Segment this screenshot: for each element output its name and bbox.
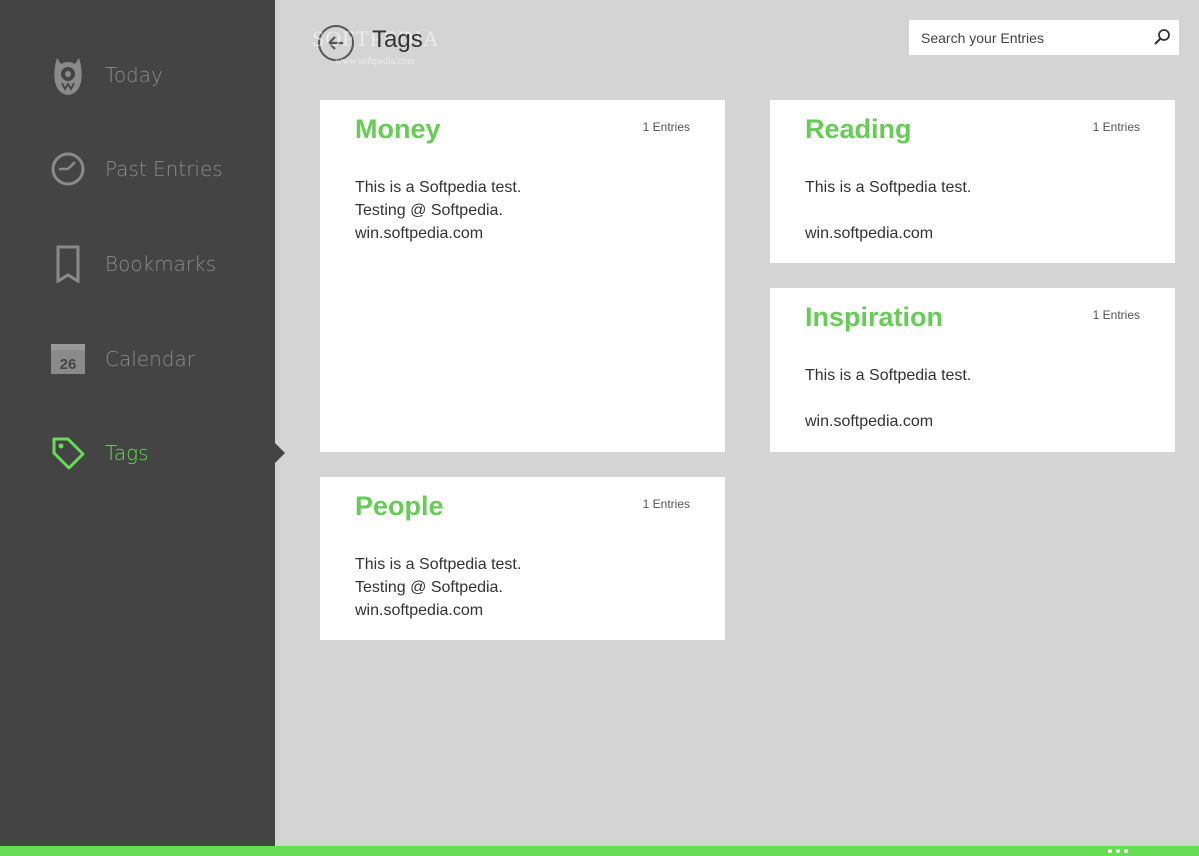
sidebar-item-label: Past Entries: [105, 157, 223, 181]
sidebar-item-label: Tags: [105, 441, 149, 465]
sidebar-item-today[interactable]: Today: [0, 40, 275, 110]
preview-line: win.softpedia.com: [805, 413, 934, 430]
tag-card-count: 1 Entries: [1092, 308, 1140, 322]
preview-line: This is a Softpedia test.: [355, 179, 522, 196]
sidebar-item-bookmarks[interactable]: Bookmarks: [0, 229, 275, 299]
tag-card-people[interactable]: People 1 Entries This is a Softpedia tes…: [320, 477, 725, 640]
softpedia-watermark-url: www.softpedia.com: [335, 56, 415, 67]
tag-card-reading[interactable]: Reading 1 Entries This is a Softpedia te…: [770, 100, 1175, 263]
search-box: [909, 20, 1179, 55]
tag-card-money[interactable]: Money 1 Entries This is a Softpedia test…: [320, 100, 725, 452]
preview-line: Testing @ Softpedia.: [355, 202, 503, 219]
more-dot: [1116, 849, 1120, 853]
sidebar-item-label: Bookmarks: [105, 252, 217, 276]
preview-line: win.softpedia.com: [355, 225, 484, 242]
more-options-button[interactable]: [1108, 846, 1138, 856]
preview-line: win.softpedia.com: [355, 602, 484, 619]
tag-card-title: Inspiration: [805, 302, 944, 332]
tag-card-preview: This is a Softpedia test. win.softpedia.…: [805, 364, 971, 433]
clock-icon: [50, 147, 86, 191]
tag-card-preview: This is a Softpedia test. Testing @ Soft…: [355, 176, 521, 245]
tag-card-preview: This is a Softpedia test. Testing @ Soft…: [355, 553, 521, 622]
preview-line: [805, 199, 971, 222]
calendar-icon: 26: [50, 337, 86, 381]
more-dot: [1124, 849, 1128, 853]
app-bar: [0, 846, 1199, 856]
sidebar: Today Past Entries Bookmarks 26 Calendar: [0, 0, 275, 846]
sidebar-item-tags[interactable]: Tags: [0, 418, 275, 488]
sidebar-item-label: Today: [105, 63, 163, 87]
active-item-pointer: [275, 443, 285, 463]
owl-icon: [50, 53, 86, 97]
bookmark-icon: [50, 242, 86, 286]
preview-line: Testing @ Softpedia.: [355, 579, 503, 596]
tag-card-count: 1 Entries: [642, 120, 690, 134]
preview-line: This is a Softpedia test.: [805, 367, 972, 384]
tag-card-preview: This is a Softpedia test. win.softpedia.…: [805, 176, 971, 245]
more-dot: [1108, 849, 1112, 853]
tag-icon: [50, 431, 86, 475]
search-input[interactable]: [919, 28, 1143, 47]
preview-line: [805, 387, 971, 410]
sidebar-item-past-entries[interactable]: Past Entries: [0, 134, 275, 204]
svg-text:26: 26: [60, 356, 77, 373]
tag-card-count: 1 Entries: [1092, 120, 1140, 134]
preview-line: win.softpedia.com: [805, 225, 934, 242]
sidebar-item-calendar[interactable]: 26 Calendar: [0, 324, 275, 394]
preview-line: This is a Softpedia test.: [355, 556, 522, 573]
search-icon[interactable]: [1153, 28, 1171, 46]
tag-card-count: 1 Entries: [642, 497, 690, 511]
sidebar-item-label: Calendar: [105, 347, 195, 371]
tag-card-title: Money: [355, 114, 441, 144]
tag-card-inspiration[interactable]: Inspiration 1 Entries This is a Softpedi…: [770, 288, 1175, 452]
preview-line: This is a Softpedia test.: [805, 179, 972, 196]
tag-card-title: Reading: [805, 114, 912, 144]
page-title: Tags: [372, 26, 423, 53]
tag-card-title: People: [355, 491, 444, 521]
